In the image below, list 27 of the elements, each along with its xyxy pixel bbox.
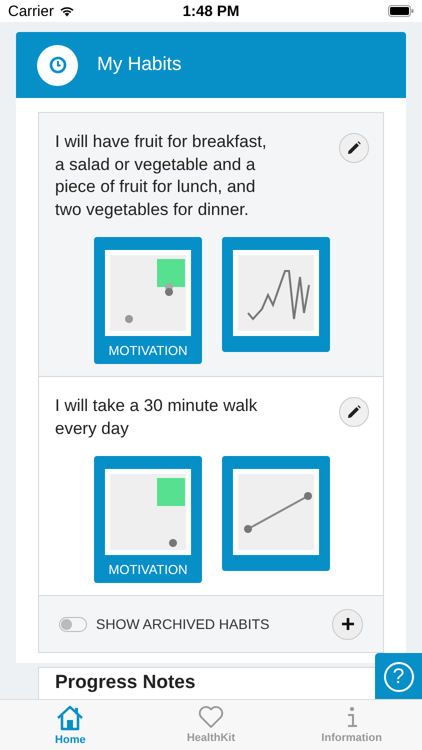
habit-text: I will have fruit for breakfast, a salad or vegetable and a piece of fruit for lunch, and two vegetables for dinner. [55,131,268,220]
header-title: My Habits [97,54,182,76]
add-button[interactable] [332,608,363,640]
plus-icon [342,618,354,630]
habit-text: I will take a 30 minute walk every day [55,395,258,440]
notes-title: Progress Notes [55,672,196,694]
wifi-icon [58,5,75,17]
tab-item[interactable]: Information [281,700,422,750]
home-icon [56,705,84,731]
edit-button[interactable] [339,133,369,163]
help-button[interactable]: ? [375,653,422,700]
trend-tile[interactable] [222,456,330,571]
motivation-tile[interactable]: MOTIVATION [94,237,202,364]
carrier-name: Carrier [8,2,54,20]
tab-item[interactable]: HealthKit [140,700,282,750]
clock-time: 1:48 PM [182,2,240,20]
clock-icon [37,44,78,86]
heart-icon [198,705,224,729]
edit-button[interactable] [339,397,369,427]
pencil-icon [347,405,361,419]
pencil-icon [347,141,361,155]
motivation-tile[interactable]: MOTIVATION [94,456,202,583]
toggle-label: SHOW ARCHIVED HABITS [96,616,270,632]
archived-toggle[interactable] [59,616,87,632]
trend-tile[interactable] [222,237,330,352]
tab-item[interactable]: Home [0,700,141,750]
battery-icon [388,5,414,17]
